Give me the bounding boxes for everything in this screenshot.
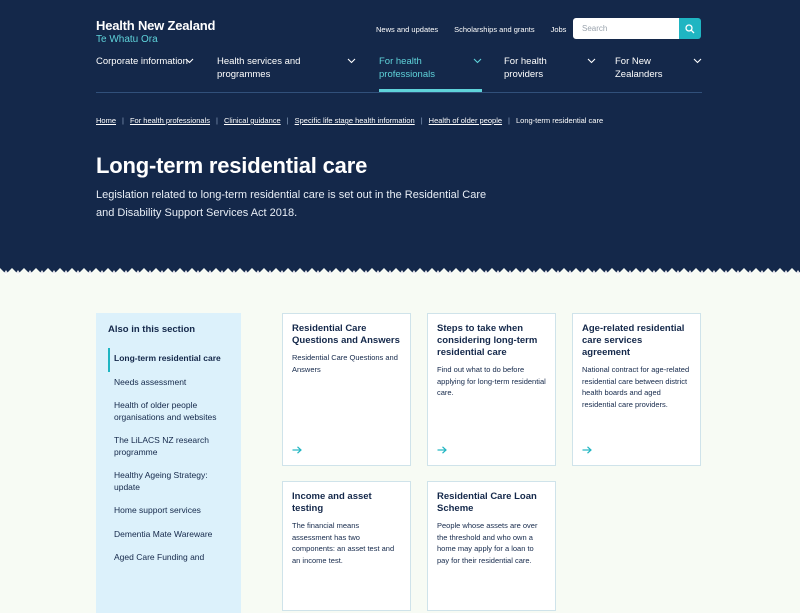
sidebar-item[interactable]: Dementia Mate Wareware	[108, 524, 234, 548]
search-button[interactable]	[679, 18, 701, 39]
chevron-down-icon	[473, 58, 482, 64]
sidebar-list: Long-term residential care Needs assessm…	[108, 348, 234, 571]
nav-item-corporate[interactable]: Corporate information	[96, 56, 194, 92]
logo-name: Health New Zealand	[96, 18, 216, 33]
site-logo[interactable]: Health New Zealand Te Whatu Ora	[96, 18, 215, 45]
card-income-asset-testing[interactable]: Income and asset testing The financial m…	[282, 481, 411, 611]
breadcrumb-link[interactable]: For health professionals	[130, 116, 210, 125]
breadcrumb-link[interactable]: Specific life stage health information	[295, 116, 415, 125]
chevron-down-icon	[587, 58, 596, 64]
breadcrumb: Home | For health professionals | Clinic…	[96, 116, 603, 125]
card-description: National contract for age-related reside…	[582, 365, 690, 409]
sidebar-item[interactable]: The LiLACS NZ research programme	[108, 430, 234, 465]
card-title: Residential Care Questions and Answers	[292, 323, 400, 346]
chevron-down-icon	[693, 58, 702, 64]
card-title: Steps to take when considering long-term…	[437, 323, 538, 358]
breadcrumb-link[interactable]: Health of older people	[429, 116, 502, 125]
chevron-down-icon	[185, 58, 194, 64]
breadcrumb-separator: |	[420, 116, 423, 125]
card-description: The financial means assessment has two c…	[292, 521, 395, 565]
card-title: Income and asset testing	[292, 491, 372, 514]
nav-item-health-providers[interactable]: For health providers	[504, 56, 596, 92]
nav-item-label: For health providers	[504, 56, 547, 80]
util-link-news[interactable]: News and updates	[376, 25, 438, 34]
nav-item-label: Health services and programmes	[217, 56, 301, 80]
sidebar-item[interactable]: Aged Care Funding and	[108, 547, 234, 571]
search-input[interactable]	[573, 18, 679, 39]
nav-divider	[96, 92, 702, 93]
card-description: Find out what to do before applying for …	[437, 365, 546, 397]
card-age-related-agreement[interactable]: Age-related residential care services ag…	[572, 313, 701, 466]
util-link-scholarships[interactable]: Scholarships and grants	[454, 25, 534, 34]
card-loan-scheme[interactable]: Residential Care Loan Scheme People whos…	[427, 481, 556, 611]
sidebar-item[interactable]: Healthy Ageing Strategy: update	[108, 465, 234, 500]
nav-item-label: Corporate information	[96, 56, 188, 67]
card-description: Residential Care Questions and Answers	[292, 353, 398, 374]
nav-item-label: For New Zealanders	[615, 56, 663, 80]
breadcrumb-separator: |	[286, 116, 289, 125]
search-bar	[573, 18, 701, 39]
search-icon	[685, 23, 695, 33]
sidebar-item-current[interactable]: Long-term residential care	[108, 348, 234, 372]
arrow-right-icon	[582, 446, 592, 454]
card-description: People whose assets are over the thresho…	[437, 521, 538, 565]
breadcrumb-link[interactable]: Home	[96, 116, 116, 125]
card-title: Age-related residential care services ag…	[582, 323, 685, 358]
util-link-jobs[interactable]: Jobs	[551, 25, 567, 34]
main-nav: Corporate information Health services an…	[96, 56, 702, 93]
site-header: Health New Zealand Te Whatu Ora News and…	[0, 0, 800, 278]
sidebar-item[interactable]: Health of older people organisations and…	[108, 395, 234, 430]
nav-item-label: For health professionals	[379, 56, 435, 80]
breadcrumb-link[interactable]: Clinical guidance	[224, 116, 281, 125]
breadcrumb-separator: |	[216, 116, 218, 125]
page-intro: Legislation related to long-term residen…	[96, 189, 487, 219]
decorative-pattern-border	[0, 264, 800, 280]
page-title: Long-term residential care	[96, 153, 368, 178]
nav-item-new-zealanders[interactable]: For New Zealanders	[615, 56, 702, 92]
sidebar-item[interactable]: Home support services	[108, 500, 234, 524]
arrow-right-icon	[437, 446, 447, 454]
card-steps-to-take[interactable]: Steps to take when considering long-term…	[427, 313, 556, 466]
section-sidebar: Also in this section Long-term residenti…	[96, 313, 241, 613]
logo-subtitle: Te Whatu Ora	[96, 34, 158, 45]
sidebar-item[interactable]: Needs assessment	[108, 372, 234, 396]
utility-nav: News and updates Scholarships and grants…	[376, 25, 566, 34]
nav-item-health-professionals[interactable]: For health professionals	[379, 56, 482, 92]
card-title: Residential Care Loan Scheme	[437, 491, 537, 514]
nav-item-health-services[interactable]: Health services and programmes	[217, 56, 356, 92]
arrow-right-icon	[292, 446, 302, 454]
breadcrumb-separator: |	[508, 116, 510, 125]
sidebar-title: Also in this section	[108, 324, 196, 335]
card-residential-care-qa[interactable]: Residential Care Questions and Answers R…	[282, 313, 411, 466]
breadcrumb-current: Long-term residential care	[516, 116, 604, 125]
breadcrumb-separator: |	[122, 116, 124, 125]
active-nav-indicator	[379, 89, 482, 92]
chevron-down-icon	[347, 58, 356, 64]
